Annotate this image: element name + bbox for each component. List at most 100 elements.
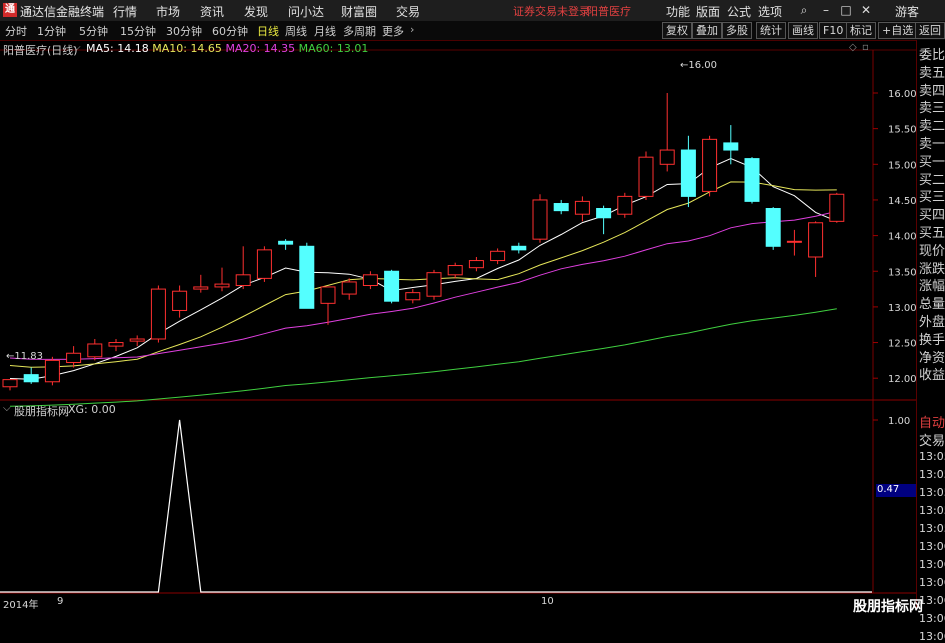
adjust-rights-button[interactable]: 复权 — [662, 22, 692, 39]
candle-body-down — [384, 270, 400, 302]
candle — [786, 229, 802, 256]
mark-button[interactable]: 标记 — [846, 22, 876, 39]
watermark-title: 股朋指标网 — [853, 599, 923, 615]
candle — [44, 356, 60, 386]
quote-panel-label: 卖四 — [919, 83, 945, 99]
period-multi[interactable]: 多周期 — [343, 23, 376, 39]
diamond-icon[interactable]: ◇ — [849, 42, 857, 53]
back-button[interactable]: 返回 — [915, 22, 945, 39]
period-60min[interactable]: 60分钟 — [212, 23, 248, 39]
menu-wealth-circle[interactable]: 财富圈 — [341, 3, 377, 20]
quote-panel-label: 换手 — [919, 332, 945, 348]
candle — [426, 269, 442, 300]
candle — [638, 151, 654, 200]
quote-panel-label: 净资 — [919, 350, 945, 366]
tick-time: 13:05 — [919, 504, 945, 517]
period-daily[interactable]: 日线 — [257, 23, 279, 39]
chevron-right-icon[interactable]: › — [410, 23, 414, 36]
candle-body-up — [44, 359, 60, 383]
candle-body-down — [278, 240, 294, 245]
indicator-menu-icon[interactable]: ⌵ — [3, 403, 11, 414]
candle-body-down — [596, 208, 612, 219]
period-30min[interactable]: 30分钟 — [166, 23, 202, 39]
quote-panel-label: 外盘 — [919, 315, 945, 330]
candle-body-up — [2, 379, 18, 388]
low-price-label: ←11.83 — [6, 351, 44, 362]
price-tick-label: 13.50 — [888, 267, 916, 278]
close-icon[interactable]: ✕ — [858, 2, 874, 18]
candle — [341, 278, 357, 300]
search-icon[interactable]: ⌕ — [796, 2, 812, 18]
candle-body-down — [680, 149, 696, 197]
menu-news[interactable]: 资讯 — [200, 3, 224, 20]
ma20-legend-value: 14.35 — [263, 42, 296, 55]
candle — [2, 379, 18, 391]
auto-trade-label[interactable]: 自动 — [919, 412, 945, 431]
app-logo: 通 — [3, 3, 17, 17]
menu-functions[interactable]: 功能 — [666, 3, 690, 20]
user-guest[interactable]: 游客 — [895, 3, 919, 20]
statistics-button[interactable]: 统计 — [756, 22, 786, 39]
candle — [490, 248, 506, 265]
menu-discover[interactable]: 发现 — [244, 3, 268, 20]
price-tick-label: 15.50 — [888, 125, 916, 136]
ma10-legend-value: 14.65 — [190, 42, 222, 55]
menu-options[interactable]: 选项 — [758, 3, 782, 20]
candle — [617, 192, 633, 218]
candle — [596, 205, 612, 235]
candle — [511, 242, 527, 254]
period-weekly[interactable]: 周线 — [285, 23, 307, 39]
f10-button[interactable]: F10 — [819, 22, 848, 39]
period-1min[interactable]: 1分钟 — [37, 23, 66, 39]
ma10-legend-name: MA10 — [152, 42, 184, 55]
trade-label[interactable]: 交易 — [919, 430, 945, 449]
candle-body-down — [744, 158, 760, 202]
candle — [702, 135, 718, 197]
candle — [193, 274, 209, 293]
candle-body-up — [320, 286, 336, 304]
candle-body-down — [553, 203, 569, 212]
candle — [362, 271, 378, 290]
kline-chart[interactable]: 16.00 15.50 15.00 14.50 14.00 13.50 13.00 12.50… — [0, 40, 916, 609]
multi-stock-button[interactable]: 多股 — [722, 22, 752, 39]
candle-body-up — [66, 352, 82, 364]
period-intraday[interactable]: 分时 — [5, 23, 27, 39]
candle — [468, 256, 484, 272]
candle-body-up — [235, 274, 251, 287]
candle — [299, 242, 315, 309]
menu-market[interactable]: 市场 — [156, 3, 180, 20]
period-15min[interactable]: 15分钟 — [120, 23, 156, 39]
draw-line-button[interactable]: 画线 — [788, 22, 818, 39]
period-monthly[interactable]: 月线 — [314, 23, 336, 39]
ma20-line — [9, 210, 837, 360]
candle-body-down — [23, 374, 39, 383]
candle — [320, 286, 336, 325]
period-5min[interactable]: 5分钟 — [79, 23, 108, 39]
high-price-label: ←16.00 — [680, 60, 718, 71]
price-tick-label: 14.50 — [888, 196, 916, 207]
period-more[interactable]: 更多 — [382, 23, 404, 39]
menu-layout[interactable]: 版面 — [696, 3, 720, 20]
candle-body-down — [511, 245, 527, 251]
menu-ask-xiaoda[interactable]: 问小达 — [288, 3, 324, 20]
date-axis-month: 10 — [541, 596, 554, 607]
candle — [256, 246, 272, 282]
maximize-icon[interactable]: □ — [838, 2, 854, 18]
candle-body-up — [362, 274, 378, 287]
candle-body-up — [447, 265, 463, 276]
candle-body-up — [808, 222, 824, 258]
minimize-icon[interactable]: – — [818, 2, 834, 18]
candle — [447, 262, 463, 279]
chevron-down-icon[interactable]: ⌵ — [73, 42, 81, 53]
ma20-legend-name: MA20 — [225, 42, 257, 55]
candle-body-up — [172, 290, 188, 311]
add-favorite-button[interactable]: +自选 — [878, 22, 918, 39]
candle-body-down — [299, 245, 315, 309]
trade-login-status[interactable]: 证券交易未登录 — [513, 3, 590, 19]
overlay-button[interactable]: 叠加 — [692, 22, 722, 39]
settings-dot-icon[interactable]: ▫ — [862, 42, 869, 53]
candle-body-up — [193, 286, 209, 290]
menu-formula[interactable]: 公式 — [727, 3, 751, 20]
menu-trade[interactable]: 交易 — [396, 3, 420, 20]
menu-market-quotes[interactable]: 行情 — [113, 3, 137, 20]
